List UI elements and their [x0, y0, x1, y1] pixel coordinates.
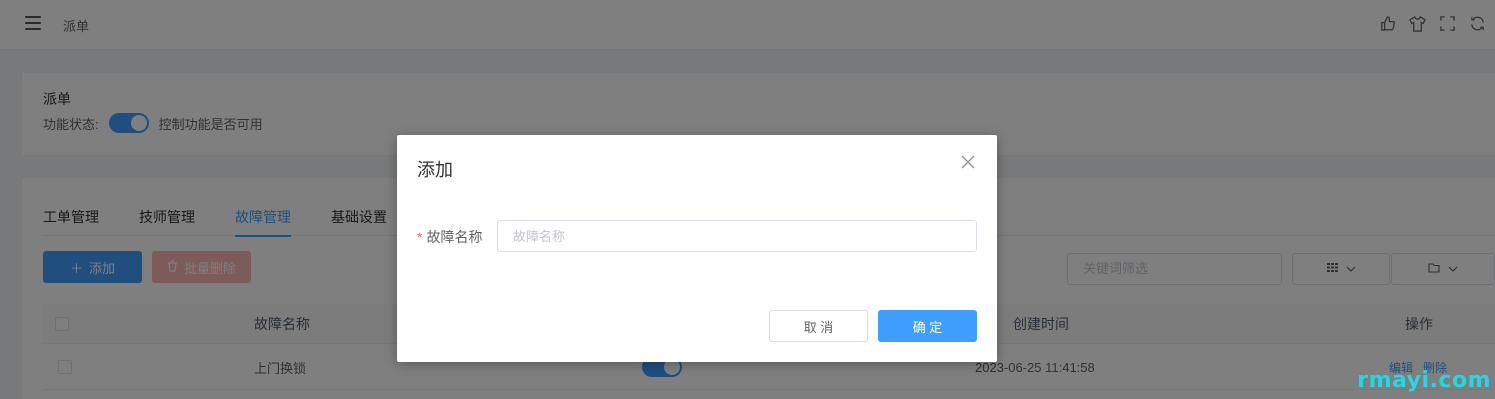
close-icon[interactable]	[961, 155, 977, 171]
fault-name-label-text: 故障名称	[426, 229, 483, 245]
confirm-button[interactable]: 确 定	[878, 310, 977, 342]
watermark: rmayi.com	[1357, 368, 1491, 393]
cancel-button[interactable]: 取 消	[769, 310, 868, 342]
add-dialog: 添加 *故障名称 取 消 确 定	[397, 135, 997, 362]
fault-name-input[interactable]	[497, 220, 977, 252]
required-marker: *	[417, 229, 423, 245]
dialog-title: 添加	[417, 160, 453, 180]
fault-name-label: * 故障名称	[417, 227, 482, 247]
